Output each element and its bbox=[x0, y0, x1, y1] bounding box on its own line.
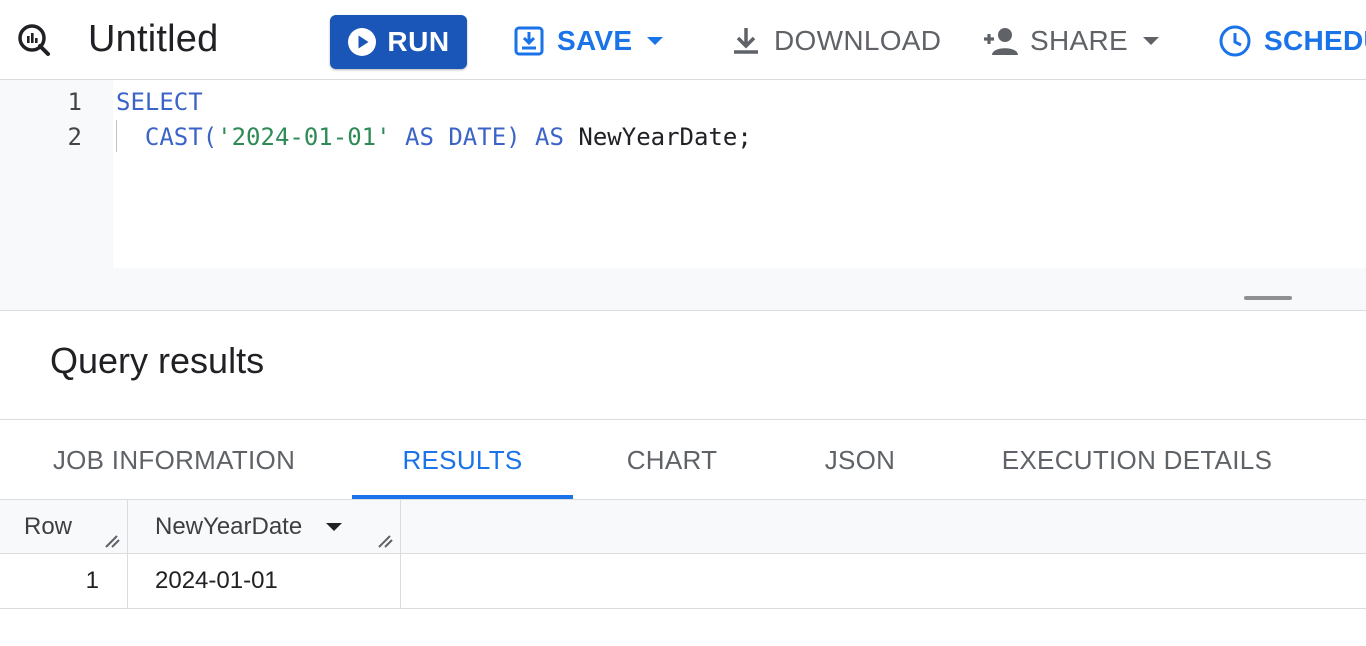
toolbar: Untitled RUN SAVE DOWNLOAD SHARE SCHED bbox=[0, 0, 1366, 80]
run-label: RUN bbox=[387, 26, 450, 57]
download-icon bbox=[734, 28, 758, 54]
tab-json[interactable]: JSON bbox=[790, 420, 930, 500]
tab-execution-details[interactable]: EXECUTION DETAILS bbox=[986, 420, 1288, 500]
results-tabs: JOB INFORMATION RESULTS CHART JSON EXECU… bbox=[0, 419, 1366, 500]
sort-arrow-icon[interactable] bbox=[324, 521, 344, 533]
save-icon bbox=[514, 26, 544, 56]
tab-results[interactable]: RESULTS bbox=[352, 420, 573, 500]
play-icon bbox=[348, 28, 377, 56]
row-number: 1 bbox=[0, 554, 128, 608]
share-label: SHARE bbox=[1030, 25, 1128, 56]
schedule-label: SCHEDU bbox=[1264, 25, 1366, 56]
sql-keyword: CAST( bbox=[116, 123, 218, 151]
download-button[interactable]: DOWNLOAD bbox=[730, 20, 941, 62]
sql-keyword: AS DATE) AS bbox=[390, 123, 579, 151]
query-title[interactable]: Untitled bbox=[88, 16, 218, 62]
column-header-row[interactable]: Row bbox=[0, 500, 128, 553]
save-button[interactable]: SAVE bbox=[513, 20, 666, 62]
share-button[interactable]: SHARE bbox=[982, 20, 1162, 62]
sql-identifier: NewYearDate; bbox=[578, 123, 752, 151]
clock-icon bbox=[1219, 25, 1251, 57]
sql-editor[interactable]: 1 2 SELECT CAST('2024-01-01' AS DATE) AS… bbox=[0, 80, 1366, 311]
save-label: SAVE bbox=[557, 25, 633, 56]
line-number: 1 bbox=[67, 88, 82, 116]
code-line-1[interactable]: SELECT bbox=[116, 88, 203, 116]
line-number: 2 bbox=[67, 123, 82, 151]
run-button[interactable]: RUN bbox=[330, 15, 467, 69]
results-heading: Query results bbox=[50, 340, 265, 381]
download-label: DOWNLOAD bbox=[774, 25, 942, 56]
table-header: Row NewYearDate bbox=[0, 500, 1366, 554]
column-header-label: Row bbox=[24, 512, 73, 540]
query-icon[interactable] bbox=[14, 20, 54, 60]
sql-keyword: SELECT bbox=[116, 88, 203, 116]
schedule-button[interactable]: SCHEDU bbox=[1218, 20, 1366, 62]
code-line-2[interactable]: CAST('2024-01-01' AS DATE) AS NewYearDat… bbox=[116, 123, 752, 151]
table-cell[interactable]: 2024-01-01 bbox=[128, 554, 401, 608]
column-header-label: NewYearDate bbox=[155, 512, 303, 540]
column-resize-icon[interactable] bbox=[376, 533, 394, 549]
tab-chart[interactable]: CHART bbox=[606, 420, 738, 500]
sql-string: '2024-01-01' bbox=[217, 123, 391, 151]
tab-job-information[interactable]: JOB INFORMATION bbox=[30, 420, 318, 500]
table-row: 1 2024-01-01 bbox=[0, 554, 1366, 609]
column-header-newyeardate[interactable]: NewYearDate bbox=[128, 500, 401, 553]
column-resize-icon[interactable] bbox=[103, 533, 121, 549]
save-dropdown-arrow-icon[interactable] bbox=[644, 34, 666, 48]
person-add-icon bbox=[984, 28, 1018, 55]
editor-resize-handle[interactable] bbox=[1244, 296, 1292, 300]
code-area[interactable] bbox=[113, 80, 1366, 268]
active-tab-indicator bbox=[352, 495, 573, 499]
share-dropdown-arrow-icon[interactable] bbox=[1140, 34, 1162, 48]
